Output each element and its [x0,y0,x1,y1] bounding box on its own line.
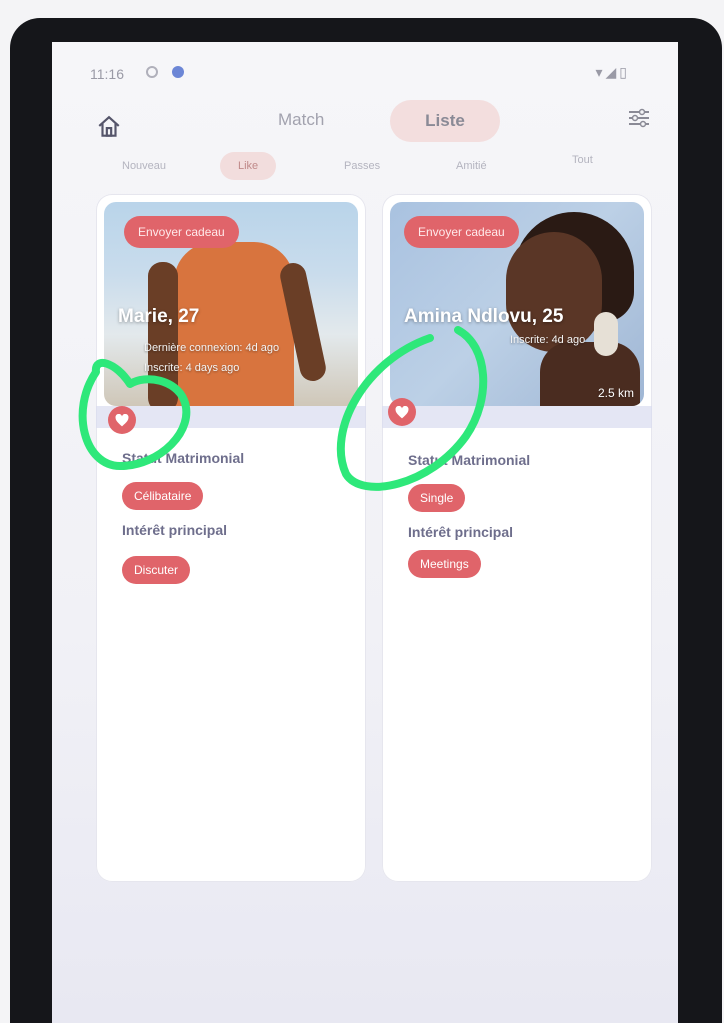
tab-match[interactable]: Match [278,110,324,130]
filter-icon[interactable] [628,108,650,128]
profile-last-seen: Dernière connexion: 4d ago [144,342,280,354]
profile-distance: 2.5 km [597,386,634,400]
send-gift-label: Envoyer cadeau [418,225,505,239]
main-interest-chip: Meetings [408,550,481,578]
status-icons: ▾◢▯ [595,64,630,80]
send-gift-button[interactable]: Envoyer cadeau [124,216,239,248]
marital-status-label: Statut Matrimonial [408,452,531,468]
tab-liste-label: Liste [425,111,465,130]
subtab-amitie[interactable]: Amitié [456,160,487,172]
send-gift-button[interactable]: Envoyer cadeau [404,216,519,248]
tab-liste[interactable]: Liste [390,100,500,142]
status-icon [146,66,158,78]
marital-status-chip: Célibataire [122,482,204,510]
card-divider [96,406,366,428]
top-navigation: Match Liste [52,100,678,142]
marital-status-chip: Single [408,484,466,512]
main-interest-chip: Discuter [122,556,191,584]
subtab-like-label: Like [238,160,259,172]
main-interest-label: Intérêt principal [122,522,228,538]
profile-photo[interactable]: Envoyer cadeau Amina Ndlovu, 25 Inscrite… [390,202,644,406]
subtab-like[interactable]: Like [220,152,277,180]
like-button[interactable] [108,406,136,434]
profile-card[interactable]: Envoyer cadeau Marie, 27 Dernière connex… [96,194,366,882]
profile-photo[interactable]: Envoyer cadeau Marie, 27 Dernière connex… [104,202,358,406]
photo-subject [148,262,178,406]
like-button[interactable] [388,398,416,426]
profile-name: Marie, 27 [118,306,200,327]
heart-icon [395,405,409,418]
subtab-passes[interactable]: Passes [344,160,380,172]
profile-card[interactable]: Envoyer cadeau Amina Ndlovu, 25 Inscrite… [382,194,652,882]
photo-subject [594,312,618,356]
send-gift-label: Envoyer cadeau [138,225,225,239]
profile-name: Amina Ndlovu, 25 [404,306,564,327]
heart-icon [115,413,129,426]
card-divider [382,406,652,428]
subtab-tout[interactable]: Tout [572,154,593,166]
main-interest-label: Intérêt principal [408,524,514,540]
app-screen: 11:16 ▾◢▯ Match Liste Nouveau Like Passe… [52,42,678,1023]
subtab-nouveau[interactable]: Nouveau [122,160,166,172]
sub-tabs: Nouveau Like Passes Amitié Tout [92,152,652,182]
messenger-icon [172,66,184,78]
home-icon[interactable] [96,114,122,140]
profile-joined: Inscrite: 4d ago [510,334,586,346]
status-bar: 11:16 ▾◢▯ [52,42,678,82]
profile-joined: Inscrite: 4 days ago [144,362,240,374]
status-time: 11:16 [90,66,124,82]
marital-status-label: Statut Matrimonial [122,450,245,466]
